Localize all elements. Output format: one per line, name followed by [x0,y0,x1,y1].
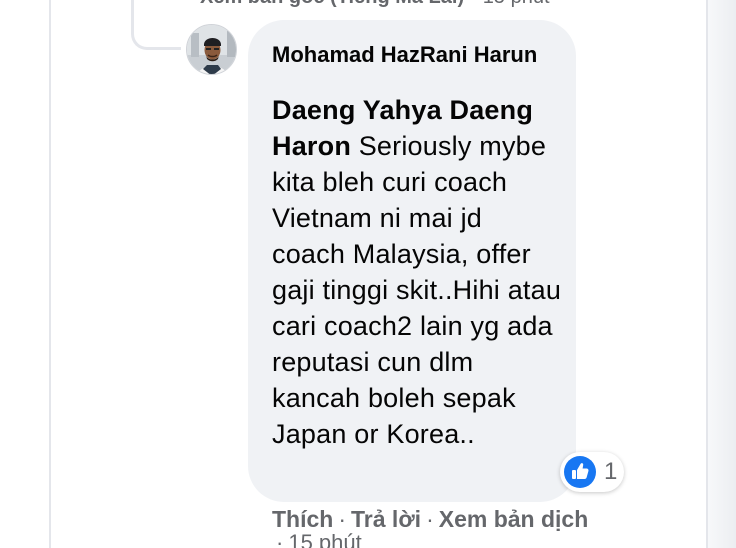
reply-button[interactable]: Trả lời [351,506,421,532]
like-button[interactable]: Thích [272,506,333,532]
separator-dot: · [426,506,434,532]
separator-dot: · [338,506,347,532]
comment-author-name[interactable]: Mohamad HazRani Harun [272,42,552,68]
page-background-edge [708,0,736,548]
comment-thread-view: Xem bản gốc (Tiếng Mã Lai)·15 phút Moham… [0,0,736,548]
reaction-count: 1 [604,458,618,485]
comment-timestamp: · 15 phút [276,530,362,548]
comment-body: Daeng Yahya Daeng Haron Seriously mybe k… [272,92,562,452]
previous-reply-meta: Xem bản gốc (Tiếng Mã Lai) · 15 phút [200,0,550,12]
author-avatar[interactable] [186,24,237,75]
card-border-left [49,0,51,548]
see-translation-button[interactable]: Xem bản dịch [439,506,589,532]
reaction-summary[interactable]: 1 [560,452,624,492]
reply-thread-connector [131,0,181,50]
previous-reply-time[interactable]: 15 phút [483,0,550,8]
separator-dot: · [470,0,477,8]
comment-time-link[interactable]: 15 phút [288,530,361,548]
separator-dot: · [276,530,284,548]
avatar-image [187,25,236,74]
comment-text: Seriously mybe kita bleh curi coach Viet… [272,131,562,449]
see-original-link[interactable]: Xem bản gốc (Tiếng Mã Lai) [200,0,464,8]
like-icon [564,456,596,488]
